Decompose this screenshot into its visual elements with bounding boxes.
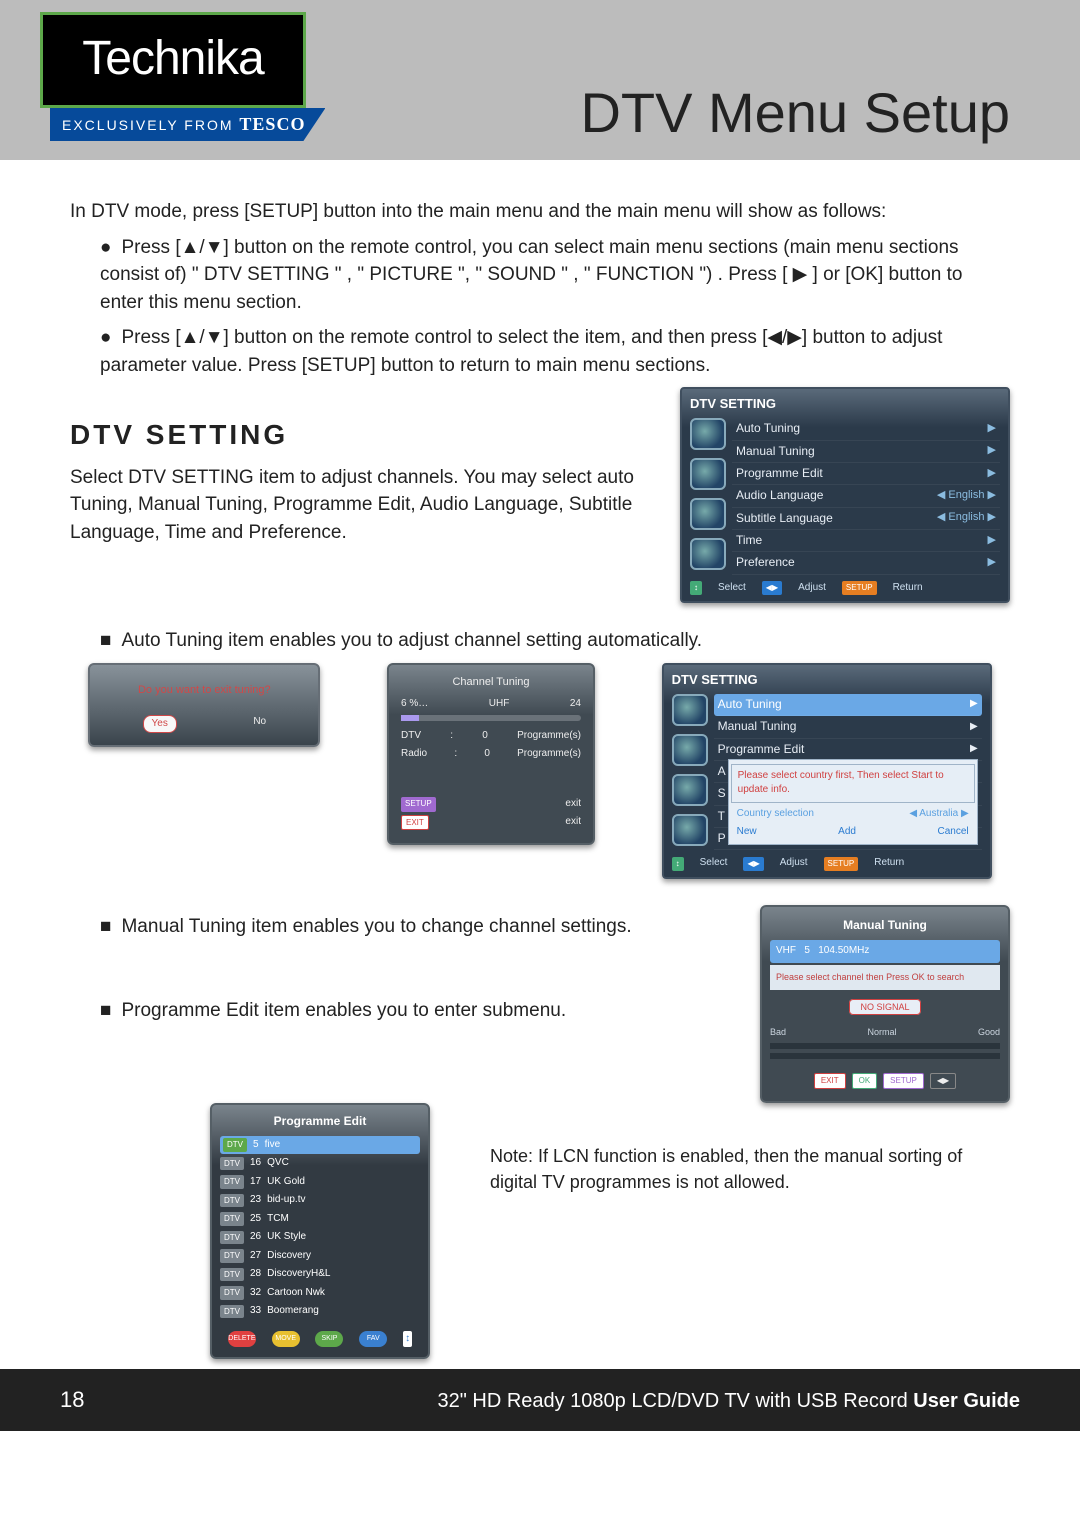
programme-edit-panel: Programme Edit DTV5fiveDTV16QVCDTV17UK G… (210, 1103, 430, 1360)
signal-bar-1 (770, 1043, 1000, 1049)
ct-title: Channel Tuning (401, 675, 581, 691)
gear-icon (690, 538, 726, 570)
popup-cancel[interactable]: Cancel (937, 825, 968, 840)
brand-logo: Technika (40, 12, 306, 108)
page-footer: 18 32" HD Ready 1080p LCD/DVD TV with US… (0, 1369, 1080, 1431)
programme-row[interactable]: DTV26UK Style (220, 1228, 420, 1247)
programme-row[interactable]: DTV27Discovery (220, 1247, 420, 1266)
osd1-item[interactable]: Audio Language◀ English ▶ (732, 485, 1000, 507)
exit-no-button[interactable]: No (253, 715, 266, 734)
mt-setup[interactable]: SETUP (883, 1073, 924, 1089)
pe-skip[interactable]: SKIP (315, 1331, 343, 1347)
exit-tuning-dialog: Do you want to exit tuning? Yes No (88, 663, 320, 747)
pe-delete[interactable]: DELETE (228, 1331, 256, 1347)
setup-tag: SETUP (824, 857, 859, 871)
channel-tuning-panel: Channel Tuning 6 %…UHF24 DTV:0Programme(… (387, 663, 595, 846)
manual-tuning-panel: Manual Tuning VHF 5 104.50MHz Please sel… (760, 905, 1010, 1103)
intro-text: In DTV mode, press [SETUP] button into t… (70, 198, 1010, 226)
osd-dtv-setting-2: DTV SETTING Auto Tuning▶ Manual Tuning▶ … (662, 663, 992, 879)
mt-msg: Please select channel then Press OK to s… (770, 965, 1000, 990)
pe-title: Programme Edit (220, 1113, 420, 1130)
dtv-setting-heading: DTV SETTING (70, 415, 650, 456)
osd1-title: DTV SETTING (690, 395, 1000, 414)
osd-dtv-setting-1: DTV SETTING Auto Tuning▶Manual Tuning▶Pr… (680, 387, 1010, 603)
ribbon-prefix: EXCLUSIVELY FROM (62, 117, 234, 133)
osd1-item[interactable]: Time▶ (732, 530, 1000, 552)
progress-bar (401, 715, 581, 721)
page-number: 18 (60, 1387, 84, 1413)
leftright-icon: ◀▶ (743, 857, 763, 871)
manual-tuning-text: Manual Tuning item enables you to change… (70, 913, 730, 941)
osd2-manual[interactable]: Manual Tuning▶ (714, 716, 982, 738)
exit-msg: Do you want to exit tuning? (104, 683, 304, 699)
osd1-item[interactable]: Auto Tuning▶ (732, 418, 1000, 440)
mt-ok[interactable]: OK (852, 1073, 878, 1089)
dish-icon (672, 774, 708, 806)
gear-icon (672, 814, 708, 846)
page-title: DTV Menu Setup (580, 80, 1010, 145)
globe-icon (690, 458, 726, 490)
programme-row[interactable]: DTV23bid-up.tv (220, 1191, 420, 1210)
country-popup-msg: Please select country first, Then select… (731, 764, 975, 803)
setup-tag: SETUP (842, 581, 877, 595)
mt-exit[interactable]: EXIT (814, 1073, 846, 1089)
leftright-icon: ◀▶ (762, 581, 782, 595)
dtv-setting-paragraph: Select DTV SETTING item to adjust channe… (70, 464, 650, 547)
programme-row[interactable]: DTV25TCM (220, 1210, 420, 1229)
header-bar: Technika EXCLUSIVELY FROM TESCO DTV Menu… (0, 0, 1080, 160)
osd1-item[interactable]: Programme Edit▶ (732, 463, 1000, 485)
osd2-footer: ↕Select ◀▶Adjust SETUPReturn (672, 856, 982, 871)
popup-new[interactable]: New (737, 825, 757, 840)
mt-selected[interactable]: VHF 5 104.50MHz (770, 940, 1000, 963)
updown-icon: ↕ (672, 857, 684, 871)
osd2-pe[interactable]: Programme Edit▶ (714, 739, 982, 761)
osd1-item[interactable]: Manual Tuning▶ (732, 441, 1000, 463)
tv-icon (672, 694, 708, 726)
pe-fav[interactable]: FAV (359, 1331, 387, 1347)
osd1-item[interactable]: Subtitle Language◀ English ▶ (732, 508, 1000, 530)
programme-row[interactable]: DTV5five (220, 1136, 420, 1155)
leftright-icon: ◀▶ (930, 1073, 956, 1089)
auto-tuning-text: Auto Tuning item enables you to adjust c… (70, 627, 1010, 655)
updown-icon: ↕ (403, 1331, 412, 1348)
programme-row[interactable]: DTV16QVC (220, 1154, 420, 1173)
lcn-note: Note: If LCN function is enabled, then t… (490, 1143, 1010, 1195)
osd1-item[interactable]: Preference▶ (732, 552, 1000, 574)
bullet-2: Press [▲/▼] button on the remote control… (70, 324, 1010, 379)
osd1-footer: ↕Select ◀▶Adjust SETUPReturn (690, 581, 1000, 596)
updown-icon: ↕ (690, 581, 702, 595)
signal-bar-2 (770, 1053, 1000, 1059)
dish-icon (690, 498, 726, 530)
programme-row[interactable]: DTV32Cartoon Nwk (220, 1284, 420, 1303)
programme-row[interactable]: DTV28DiscoveryH&L (220, 1265, 420, 1284)
bullet-1: Press [▲/▼] button on the remote control… (70, 234, 1010, 317)
pe-move[interactable]: MOVE (272, 1331, 300, 1347)
popup-add[interactable]: Add (838, 825, 856, 840)
programme-edit-text: Programme Edit item enables you to enter… (70, 997, 730, 1025)
globe-icon (672, 734, 708, 766)
ribbon-brand: TESCO (239, 114, 305, 134)
tv-icon (690, 418, 726, 450)
osd2-icon-col (672, 694, 708, 851)
exit-yes-button[interactable]: Yes (143, 715, 177, 734)
programme-row[interactable]: DTV17UK Gold (220, 1173, 420, 1192)
content: In DTV mode, press [SETUP] button into t… (0, 160, 1080, 1369)
osd2-title: DTV SETTING (672, 671, 982, 690)
no-signal-badge: NO SIGNAL (849, 999, 920, 1015)
mt-title: Manual Tuning (770, 917, 1000, 934)
osd2-auto[interactable]: Auto Tuning▶ (714, 694, 982, 716)
programme-row[interactable]: DTV33Boomerang (220, 1302, 420, 1321)
tesco-ribbon: EXCLUSIVELY FROM TESCO (50, 108, 325, 141)
osd1-icon-col (690, 418, 726, 575)
